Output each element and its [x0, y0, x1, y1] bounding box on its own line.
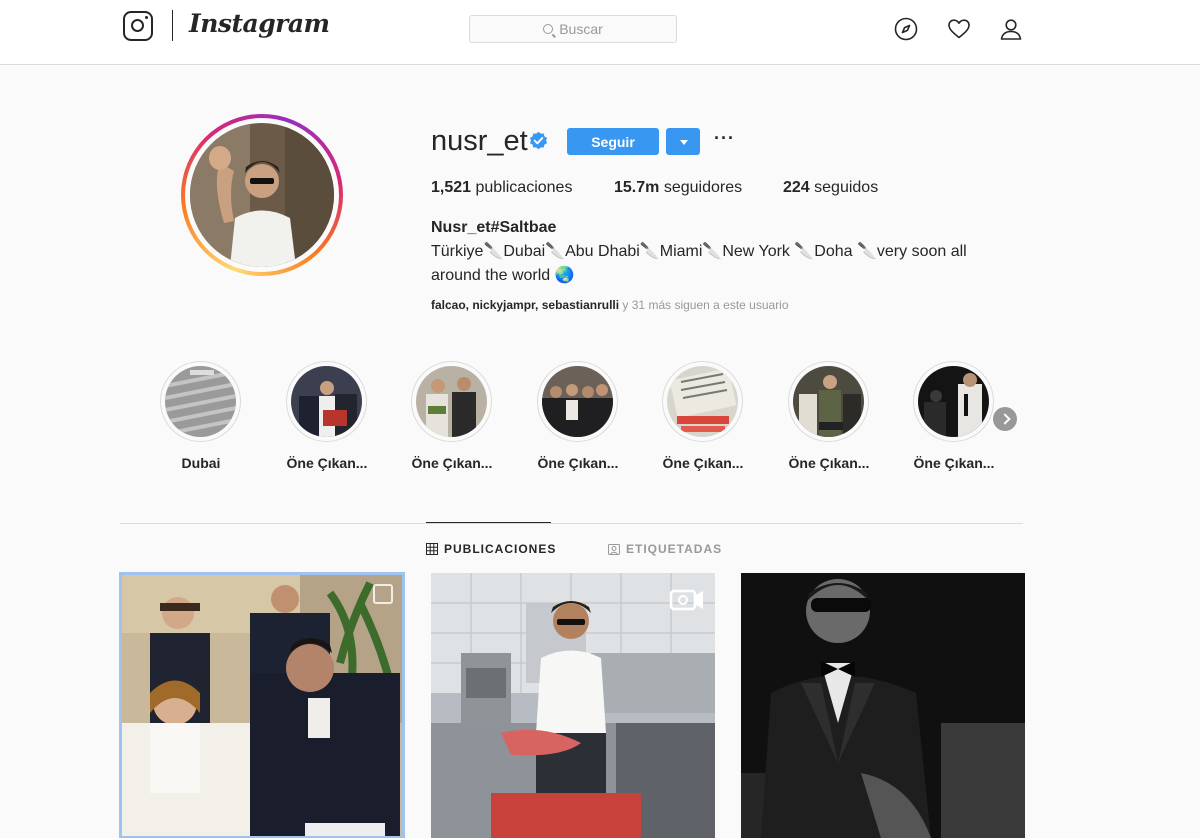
highlight-label: Dubai	[181, 455, 221, 471]
highlights-next-icon[interactable]	[993, 407, 1017, 431]
posts-label: publicaciones	[471, 179, 573, 196]
followed-by-names[interactable]: falcao, nickyjampr, sebastianrulli	[431, 298, 619, 312]
tabs-divider	[120, 523, 1023, 524]
followers-stat[interactable]: 15.7m seguidores	[614, 179, 742, 197]
tab-posts-label: PUBLICACIONES	[444, 542, 557, 556]
posts-count: 1,521	[431, 179, 472, 196]
following-label: seguidos	[809, 179, 879, 196]
search-placeholder: Buscar	[559, 21, 603, 37]
tab-tagged[interactable]: ETIQUETADAS	[608, 542, 722, 556]
highlight-label: Öne Çıkan...	[788, 455, 870, 471]
highlight-label: Öne Çıkan...	[913, 455, 995, 471]
tagged-icon	[608, 544, 620, 555]
following-count: 224	[783, 179, 810, 196]
highlight-label: Öne Çıkan...	[411, 455, 493, 471]
more-options-icon[interactable]: ···	[714, 128, 735, 149]
highlight-cover	[793, 366, 864, 437]
follow-button[interactable]: Seguir	[567, 128, 659, 155]
highlight-label: Öne Çıkan...	[662, 455, 744, 471]
compass-icon[interactable]	[894, 17, 918, 41]
search-input[interactable]: Buscar	[469, 15, 677, 43]
top-nav: Instagram Buscar	[0, 0, 1200, 65]
following-stat[interactable]: 224 seguidos	[783, 179, 878, 197]
user-icon[interactable]	[999, 17, 1023, 41]
profile-avatar-ring[interactable]	[181, 114, 343, 276]
profile-username: nusr_et	[431, 125, 528, 157]
avatar[interactable]	[190, 123, 334, 267]
highlight-cover	[416, 366, 487, 437]
post-thumbnail[interactable]	[119, 572, 405, 838]
nav-divider	[172, 10, 173, 41]
highlight-cover	[165, 366, 236, 437]
tab-tagged-label: ETIQUETADAS	[626, 542, 723, 556]
followers-label: seguidores	[659, 179, 743, 196]
verified-badge-icon	[529, 131, 548, 150]
post-thumbnail[interactable]	[431, 573, 715, 838]
followed-by-text[interactable]: falcao, nickyjampr, sebastianrulli y 31 …	[431, 298, 789, 312]
highlight-cover	[542, 366, 613, 437]
active-tab-indicator	[426, 522, 551, 523]
heart-icon[interactable]	[947, 17, 971, 41]
followed-by-suffix: y 31 más siguen a este usuario	[619, 298, 789, 312]
search-icon	[543, 24, 554, 34]
followers-count: 15.7m	[614, 179, 660, 196]
profile-full-name: Nusr_et#Saltbae	[431, 219, 557, 236]
highlight-cover	[291, 366, 362, 437]
posts-stat: 1,521 publicaciones	[431, 179, 572, 197]
highlight-label: Öne Çıkan...	[537, 455, 619, 471]
highlight-label: Öne Çıkan...	[286, 455, 368, 471]
post-thumbnail[interactable]	[741, 573, 1025, 838]
suggested-dropdown-button[interactable]	[666, 128, 700, 155]
instagram-wordmark[interactable]: Instagram	[189, 9, 330, 38]
tab-posts[interactable]: PUBLICACIONES	[426, 542, 556, 556]
highlight-cover	[918, 366, 989, 437]
highlight-cover	[667, 366, 738, 437]
profile-bio: Türkiye🔪Dubai🔪Abu Dhabi🔪Miami🔪New York 🔪…	[431, 243, 967, 284]
grid-icon	[426, 543, 438, 555]
instagram-logo-icon[interactable]	[123, 11, 153, 41]
